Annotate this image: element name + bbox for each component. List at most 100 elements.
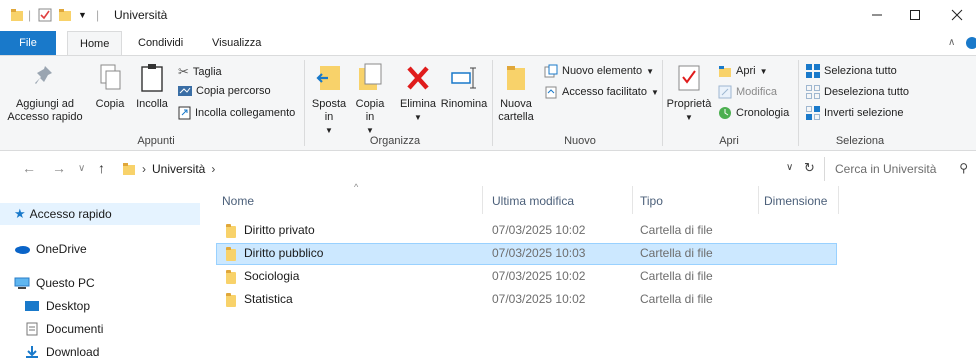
nav-item-download[interactable]: Download: [0, 341, 200, 359]
customize-dropdown-icon[interactable]: ▼: [78, 10, 87, 20]
cut-button[interactable]: ✂ Taglia: [178, 64, 222, 80]
history-button[interactable]: Cronologia: [718, 106, 789, 120]
collapse-ribbon-icon[interactable]: ∧: [948, 37, 955, 48]
delete-button[interactable]: Elimina ▼: [396, 62, 440, 124]
file-list: ^ Nome Ultima modifica Tipo Dimensione D…: [212, 182, 976, 359]
rename-icon: [451, 67, 476, 89]
file-name: Statistica: [244, 292, 293, 306]
easy-access-button[interactable]: Accesso facilitato ▼: [544, 85, 659, 99]
up-arrow-icon[interactable]: ↑: [98, 160, 105, 176]
group-label-apri: Apri: [719, 135, 739, 147]
breadcrumb-chevron-icon: ›: [211, 162, 216, 176]
nav-item-documenti[interactable]: Documenti: [0, 318, 200, 340]
ribbon: Aggiungi ad Accesso rapido Copia Incolla…: [0, 55, 976, 151]
table-row[interactable]: Sociologia 07/03/2025 10:02 Cartella di …: [216, 266, 837, 288]
column-header-tipo[interactable]: Tipo: [640, 186, 663, 216]
file-type: Cartella di file: [640, 292, 713, 306]
copy-path-icon: [178, 86, 192, 96]
close-button[interactable]: [934, 0, 976, 30]
tab-condividi[interactable]: Condividi: [126, 31, 195, 55]
desktop-icon: [25, 301, 39, 311]
new-folder-button[interactable]: Nuova cartella: [496, 62, 536, 124]
table-row[interactable]: Diritto pubblico 07/03/2025 10:03 Cartel…: [216, 243, 837, 265]
window-title: Università: [114, 8, 168, 22]
properties-button[interactable]: Proprietà ▼: [664, 62, 714, 124]
address-bar[interactable]: › Università ›: [116, 157, 804, 181]
file-modified: 07/03/2025 10:02: [492, 292, 586, 306]
search-placeholder[interactable]: Cerca in Università: [835, 162, 936, 176]
tab-home[interactable]: Home: [67, 31, 123, 56]
column-header-ultima-modifica[interactable]: Ultima modifica: [492, 186, 574, 216]
nav-item-accesso-rapido[interactable]: ★ Accesso rapido: [0, 203, 200, 225]
file-type: Cartella di file: [640, 269, 713, 283]
file-name: Diritto pubblico: [244, 246, 324, 260]
breadcrumb-current[interactable]: Università: [152, 162, 205, 176]
nav-item-onedrive[interactable]: OneDrive: [0, 238, 200, 260]
rename-button[interactable]: Rinomina: [440, 62, 488, 111]
column-divider[interactable]: [838, 186, 839, 214]
star-icon: ★: [14, 206, 26, 221]
copy-folder-icon: [359, 63, 382, 90]
pin-icon: [35, 66, 52, 84]
nav-item-desktop[interactable]: Desktop: [0, 295, 200, 317]
search-icon: ⚲: [959, 161, 968, 175]
nav-item-questo-pc[interactable]: Questo PC: [0, 272, 200, 294]
copy-path-button[interactable]: Copia percorso: [178, 85, 271, 97]
select-all-icon: [806, 64, 820, 78]
address-row: ← → ∨ ↑ › Università › ∨ ↻ Cerca in Univ…: [0, 152, 976, 186]
table-row[interactable]: Diritto privato 07/03/2025 10:02 Cartell…: [216, 220, 837, 242]
title-bar: | ▼ | Università: [0, 0, 976, 30]
paste-shortcut-icon: [178, 106, 191, 120]
edit-button[interactable]: Modifica: [718, 85, 777, 99]
back-arrow-icon[interactable]: ←: [22, 160, 36, 176]
group-label-organizza: Organizza: [369, 135, 421, 147]
new-item-icon: [544, 64, 558, 78]
address-dropdown-icon[interactable]: ∨: [786, 162, 793, 173]
invert-selection-icon: [806, 106, 820, 120]
move-folder-icon: [316, 66, 340, 90]
new-folder-icon[interactable]: [58, 8, 72, 25]
pin-quick-access-button[interactable]: Aggiungi ad Accesso rapido: [6, 62, 84, 124]
copy-to-button[interactable]: Copia in ▼: [352, 62, 388, 137]
group-divider: [492, 60, 493, 146]
help-icon[interactable]: [966, 37, 976, 49]
new-item-button[interactable]: Nuovo elemento ▼: [544, 64, 654, 78]
title-separator: |: [28, 8, 32, 22]
copy-button[interactable]: Copia: [90, 62, 130, 111]
forward-arrow-icon[interactable]: →: [52, 160, 66, 176]
column-divider[interactable]: [632, 186, 633, 214]
file-modified: 07/03/2025 10:02: [492, 269, 586, 283]
group-label-appunti: Appunti: [137, 135, 175, 147]
group-divider: [304, 60, 305, 146]
select-none-button[interactable]: Deseleziona tutto: [806, 85, 909, 99]
paste-button[interactable]: Incolla: [132, 62, 172, 111]
easy-access-icon: [545, 86, 557, 99]
refresh-icon[interactable]: ↻: [804, 160, 815, 176]
column-divider[interactable]: [758, 186, 759, 214]
search-box[interactable]: Cerca in Università ⚲: [824, 157, 974, 181]
move-to-button[interactable]: Sposta in ▼: [308, 62, 350, 137]
properties-icon: [678, 65, 700, 91]
breadcrumb-chevron-icon: ›: [142, 162, 146, 176]
tab-file[interactable]: File: [0, 31, 56, 55]
column-header-dimensione[interactable]: Dimensione: [764, 186, 827, 216]
table-row[interactable]: Statistica 07/03/2025 10:02 Cartella di …: [216, 289, 837, 311]
paste-shortcut-button[interactable]: Incolla collegamento: [178, 106, 295, 120]
properties-icon[interactable]: [38, 8, 52, 25]
file-type: Cartella di file: [640, 246, 713, 260]
delete-icon: [407, 66, 429, 90]
tab-visualizza[interactable]: Visualizza: [200, 31, 273, 55]
cloud-icon: [15, 246, 30, 254]
maximize-button[interactable]: [892, 0, 938, 30]
select-all-button[interactable]: Seleziona tutto: [806, 64, 897, 78]
column-header-nome[interactable]: Nome: [222, 186, 254, 216]
folder-icon: [226, 224, 236, 238]
column-divider[interactable]: [482, 186, 483, 214]
folder-icon: [123, 163, 135, 175]
title-separator: |: [96, 8, 100, 22]
invert-selection-button[interactable]: Inverti selezione: [806, 106, 904, 120]
recent-locations-icon[interactable]: ∨: [78, 163, 85, 174]
scissors-icon: ✂: [178, 64, 189, 79]
open-button[interactable]: Apri ▼: [718, 64, 767, 78]
computer-icon: [14, 277, 30, 289]
